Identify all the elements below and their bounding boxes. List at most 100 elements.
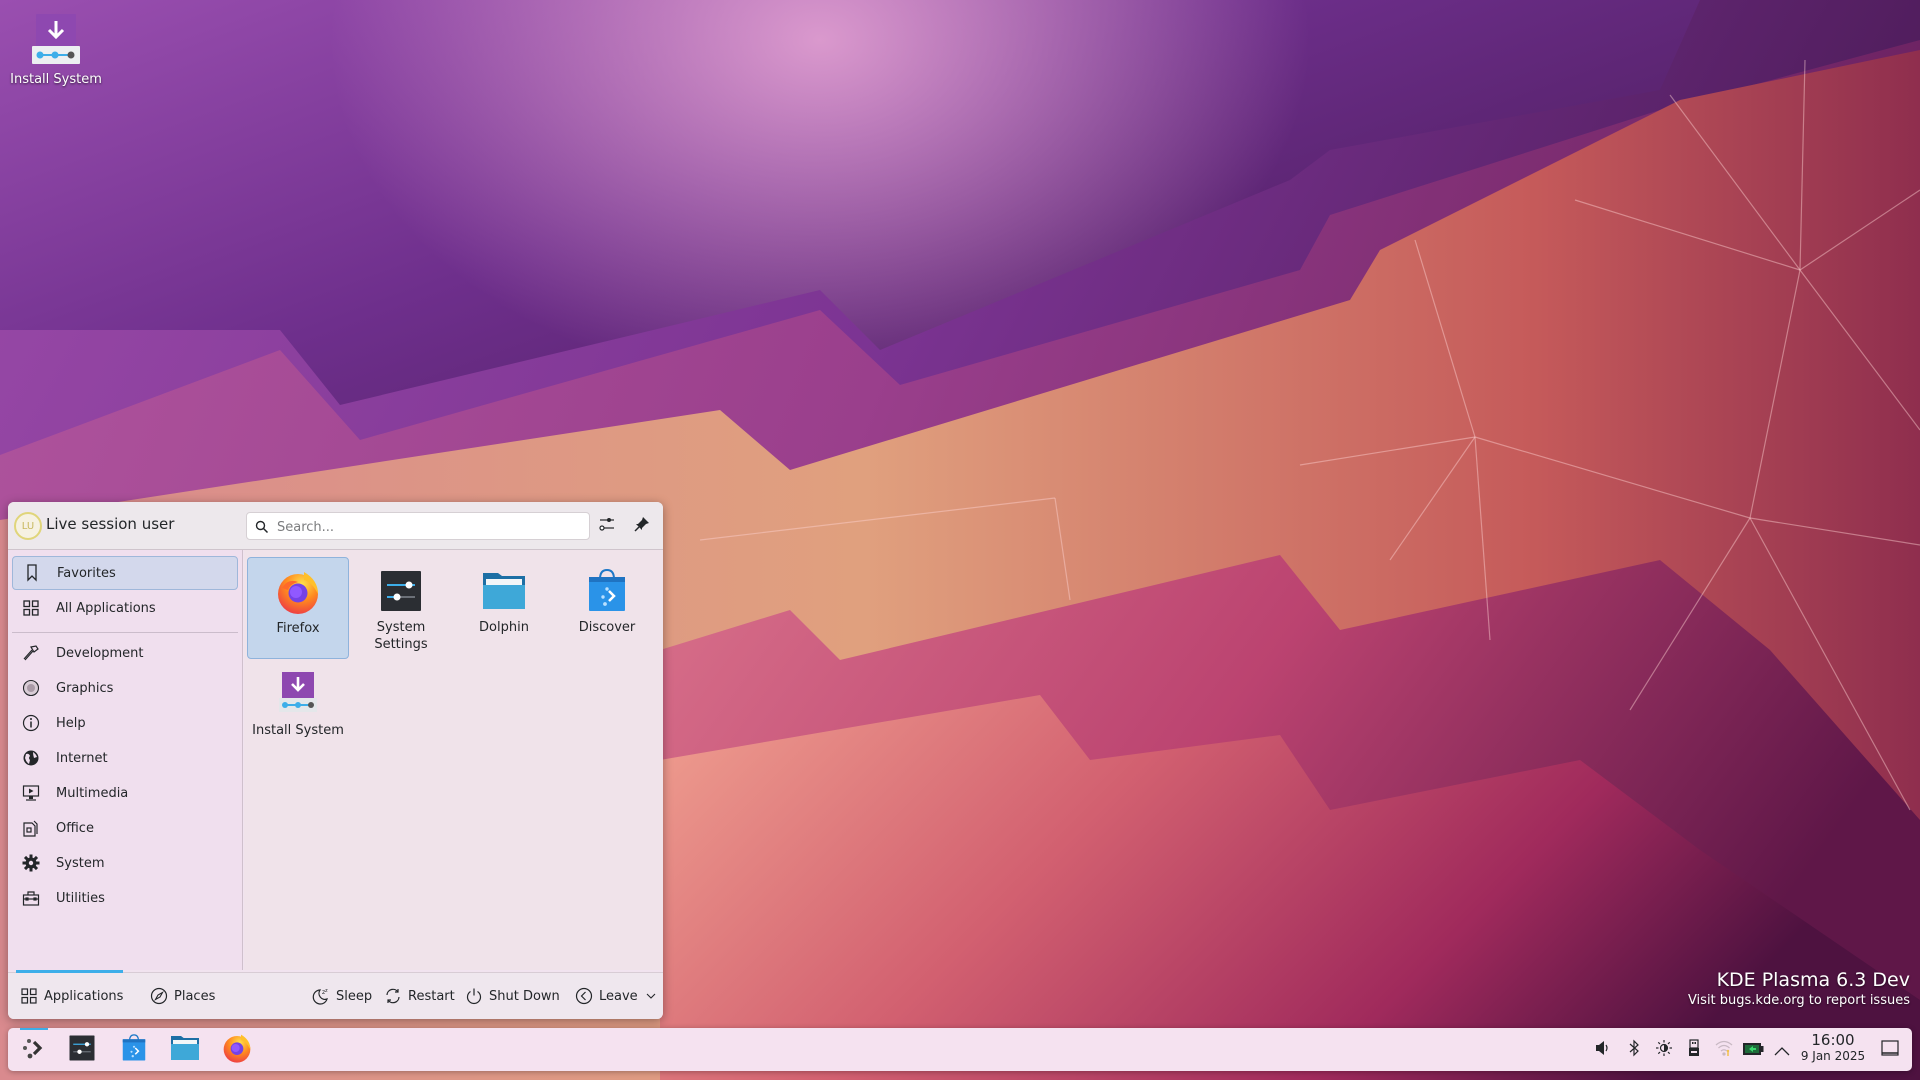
tile-label: Install System <box>252 723 344 738</box>
search-field[interactable] <box>246 512 590 540</box>
action-label: Shut Down <box>489 988 560 1004</box>
watermark-title: KDE Plasma 6.3 Dev <box>1716 969 1910 991</box>
favorite-tile-firefox[interactable]: Firefox <box>247 557 349 659</box>
graphics-icon <box>22 679 40 697</box>
user-avatar[interactable]: LU <box>14 512 42 540</box>
show-desktop-button[interactable] <box>1878 1039 1902 1061</box>
hammer-icon <box>22 644 40 662</box>
firefox-icon <box>274 568 322 616</box>
sidebar-item-label: Utilities <box>56 890 105 906</box>
gear-icon <box>22 854 40 872</box>
leave-icon <box>575 987 593 1005</box>
action-label: Restart <box>408 988 455 1004</box>
globe-icon <box>22 749 40 767</box>
sliders-icon <box>598 515 616 537</box>
brightness-icon <box>1655 1039 1673 1061</box>
tile-label: System Settings <box>374 620 428 652</box>
tab-places[interactable]: Places <box>150 973 215 1019</box>
avatar-initials: LU <box>21 520 35 532</box>
tray-network[interactable] <box>1713 1039 1735 1061</box>
folder-icon <box>169 1032 201 1068</box>
install-system-icon <box>274 670 322 718</box>
wifi-icon <box>1714 1039 1734 1061</box>
install-system-icon <box>29 12 83 66</box>
show-desktop-icon <box>1881 1040 1899 1060</box>
leave-button[interactable]: Leave <box>575 973 656 1019</box>
favorite-tile-system-settings[interactable]: System Settings <box>350 557 452 659</box>
configure-button[interactable] <box>595 514 619 538</box>
menu-header: LU Live session user <box>8 502 663 550</box>
tile-label: Discover <box>578 620 636 635</box>
toolbox-icon <box>22 889 40 907</box>
tray-removable-device[interactable] <box>1683 1039 1705 1061</box>
sidebar-item-system[interactable]: System <box>12 846 238 880</box>
digital-clock[interactable]: 16:00 9 Jan 2025 <box>1798 1031 1868 1064</box>
usb-drive-icon <box>1687 1039 1701 1061</box>
tray-battery[interactable] <box>1742 1039 1764 1061</box>
clock-date: 9 Jan 2025 <box>1800 1049 1866 1063</box>
sidebar-item-label: System <box>56 855 105 871</box>
compass-icon <box>150 987 168 1005</box>
sidebar-item-label: Multimedia <box>56 785 129 801</box>
sidebar-separator <box>12 632 238 633</box>
desktop-icon-label: Install System <box>10 72 102 87</box>
pin-button[interactable] <box>630 514 654 538</box>
application-launcher-button[interactable] <box>16 1032 52 1068</box>
tile-label: Dolphin <box>479 620 529 635</box>
sidebar-item-help[interactable]: Help <box>12 706 238 740</box>
system-settings-icon <box>67 1033 97 1067</box>
tile-label: Firefox <box>276 621 320 636</box>
action-label: Leave <box>599 988 638 1004</box>
sidebar-item-label: Development <box>56 645 144 661</box>
menu-footer: Applications Places zz Sleep Restart Shu… <box>8 970 663 1019</box>
sidebar-item-label: All Applications <box>56 600 156 616</box>
restart-button[interactable]: Restart <box>384 973 455 1019</box>
sidebar-item-internet[interactable]: Internet <box>12 741 238 775</box>
kde-launcher-icon <box>21 1035 47 1065</box>
taskbar-discover[interactable] <box>116 1032 152 1068</box>
restart-icon <box>384 987 402 1005</box>
tab-applications[interactable]: Applications <box>20 973 123 1019</box>
bluetooth-icon <box>1627 1039 1641 1061</box>
grid-icon <box>22 599 40 617</box>
sleep-button[interactable]: zz Sleep <box>312 973 372 1019</box>
sidebar-item-label: Office <box>56 820 94 836</box>
power-icon <box>465 987 483 1005</box>
grid-icon <box>20 987 38 1005</box>
sidebar-item-utilities[interactable]: Utilities <box>12 881 238 915</box>
sidebar-item-office[interactable]: Office <box>12 811 238 845</box>
clock-time: 16:00 <box>1811 1031 1855 1049</box>
sidebar-item-label: Favorites <box>57 565 116 581</box>
shut-down-button[interactable]: Shut Down <box>465 973 560 1019</box>
sidebar-item-all-applications[interactable]: All Applications <box>12 591 238 625</box>
user-name: Live session user <box>46 515 175 533</box>
discover-icon <box>119 1033 149 1067</box>
monitor-play-icon <box>22 784 40 802</box>
tray-brightness[interactable] <box>1653 1039 1675 1061</box>
office-icon <box>22 819 40 837</box>
sidebar-item-favorites[interactable]: Favorites <box>12 556 238 590</box>
launcher-active-indicator <box>20 1028 48 1030</box>
sleep-icon: zz <box>312 987 330 1005</box>
bookmark-icon <box>23 564 41 582</box>
show-hidden-icons-button[interactable] <box>1771 1039 1793 1061</box>
taskbar-system-settings[interactable] <box>64 1032 100 1068</box>
sidebar-item-graphics[interactable]: Graphics <box>12 671 238 705</box>
favorite-tile-dolphin[interactable]: Dolphin <box>453 557 555 659</box>
desktop-icon-install-system[interactable]: Install System <box>10 10 102 87</box>
search-input[interactable] <box>275 516 579 538</box>
favorite-tile-discover[interactable]: Discover <box>556 557 658 659</box>
plasma-watermark: KDE Plasma 6.3 Dev Visit bugs.kde.org to… <box>1688 968 1910 1010</box>
tab-label: Places <box>174 988 216 1004</box>
taskbar-dolphin[interactable] <box>167 1032 203 1068</box>
taskbar-firefox[interactable] <box>219 1032 255 1068</box>
sidebar-item-development[interactable]: Development <box>12 636 238 670</box>
taskbar-panel: 16:00 9 Jan 2025 <box>8 1028 1912 1071</box>
sidebar-item-label: Graphics <box>56 680 114 696</box>
watermark-subtitle: Visit bugs.kde.org to report issues <box>1687 993 1910 1008</box>
tray-bluetooth[interactable] <box>1623 1039 1645 1061</box>
favorite-tile-install-system[interactable]: Install System <box>247 660 349 762</box>
sidebar-item-multimedia[interactable]: Multimedia <box>12 776 238 810</box>
tray-volume[interactable] <box>1592 1039 1614 1061</box>
system-settings-icon <box>377 567 425 615</box>
